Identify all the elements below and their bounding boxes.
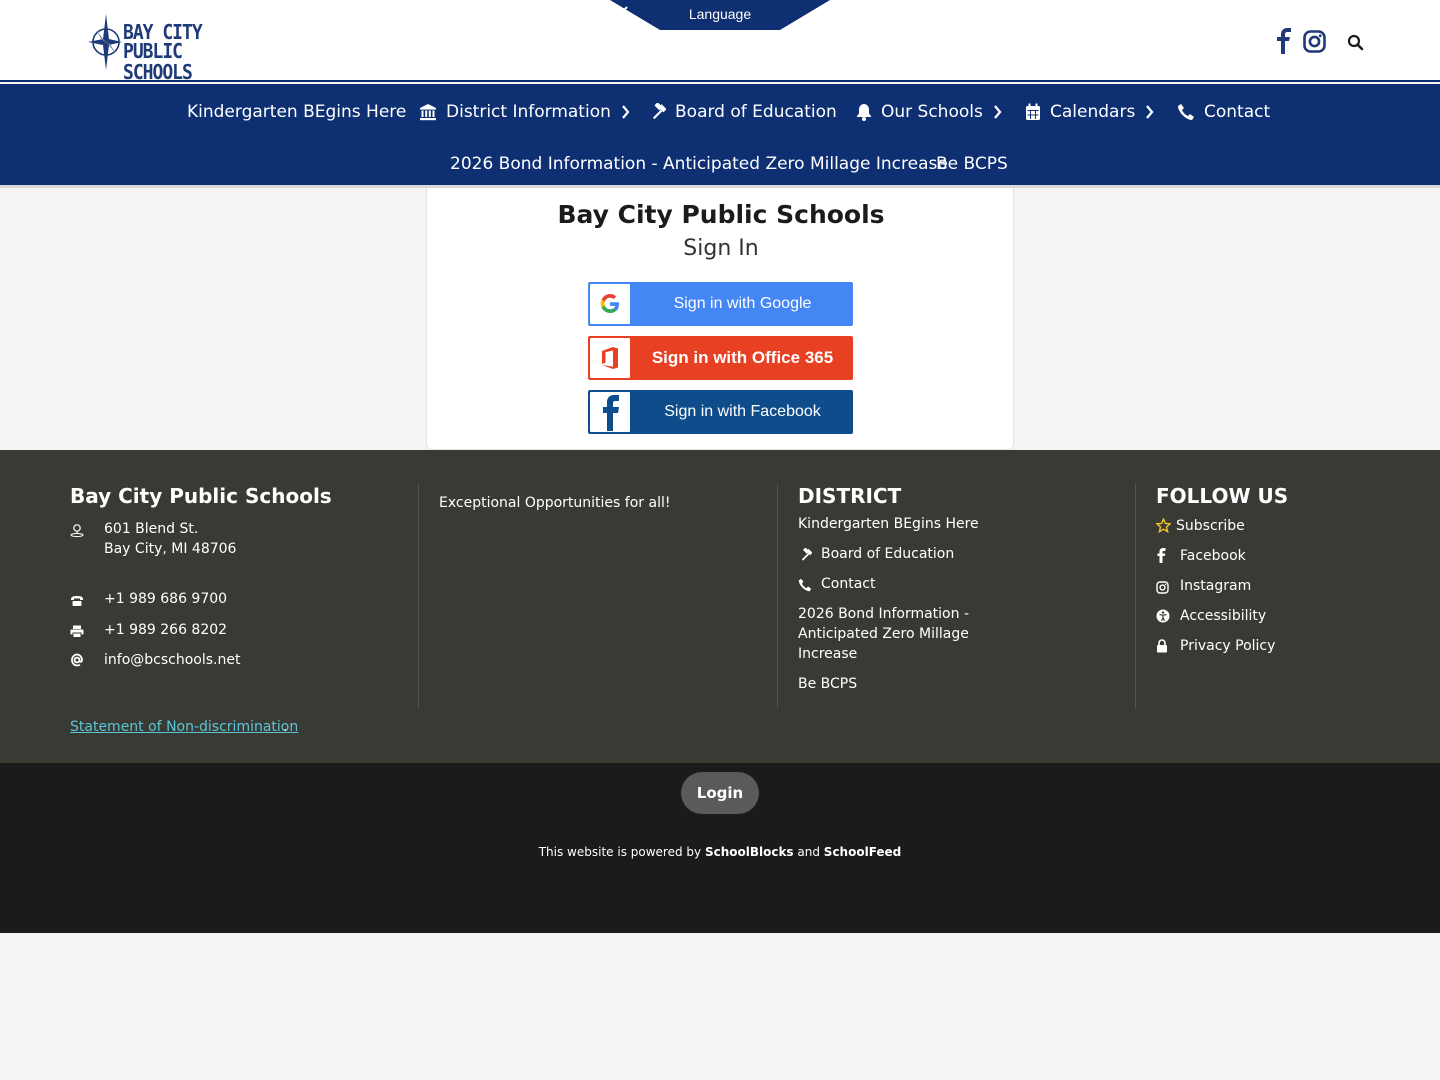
- language-label: Language: [610, 6, 830, 22]
- signin-subtitle: Sign In: [683, 236, 759, 261]
- accessibility-icon: [1156, 608, 1170, 627]
- site-header: BAY CITY PUBLIC SCHOOLS Language: [0, 0, 1440, 83]
- nav-item-label: Our Schools: [881, 102, 983, 122]
- bell-icon: [857, 104, 871, 121]
- footer-link-facebook[interactable]: Facebook: [1180, 546, 1246, 566]
- calendar-icon: [1026, 103, 1040, 120]
- footer-follow-heading: FOLLOW US: [1156, 484, 1289, 508]
- nav-item-label: Calendars: [1050, 102, 1136, 122]
- school-logo[interactable]: BAY CITY PUBLIC SCHOOLS: [88, 12, 253, 83]
- signin-title: Bay City Public Schools: [557, 200, 885, 229]
- powered-and: and: [793, 845, 824, 859]
- nav-item-kindergarten[interactable]: Kindergarten BEgins Here: [187, 100, 406, 124]
- nav-item-calendars[interactable]: Calendars: [1025, 100, 1154, 124]
- location-icon: [70, 522, 84, 541]
- instagram-icon: [1156, 579, 1169, 598]
- footer-phone[interactable]: +1 989 686 9700: [104, 589, 227, 609]
- powered-prefix: This website is powered by: [538, 845, 705, 859]
- footer-school-name: Bay City Public Schools: [70, 484, 332, 508]
- bottom-bar: Login This website is powered by SchoolB…: [0, 763, 1440, 933]
- bank-icon: [420, 104, 436, 121]
- office365-icon: [590, 338, 630, 378]
- signin-card: Bay City Public Schools Sign In Sign in …: [426, 188, 1014, 450]
- footer-bond-line1: 2026 Bond Information -: [798, 606, 970, 622]
- lock-icon: [1156, 638, 1168, 657]
- nav-item-district-information[interactable]: District Information: [419, 100, 630, 124]
- non-discrimination-link[interactable]: Statement of Non-discrimination: [70, 719, 298, 735]
- nav-item-be-bcps[interactable]: Be BCPS: [936, 152, 1008, 176]
- fax-icon: [70, 623, 84, 642]
- telephone-icon: [70, 592, 84, 611]
- facebook-button-label: Sign in with Facebook: [664, 403, 821, 420]
- language-selector[interactable]: Language: [610, 0, 830, 31]
- footer-link-privacy-policy[interactable]: Privacy Policy: [1180, 636, 1275, 656]
- nav-item-bond-information[interactable]: 2026 Bond Information - Anticipated Zero…: [450, 152, 948, 176]
- compass-logo-icon: [88, 14, 122, 70]
- footer-bond-line2: Anticipated Zero Millage: [798, 626, 969, 642]
- footer-link-board-of-education[interactable]: Board of Education: [821, 544, 954, 564]
- nav-item-our-schools[interactable]: Our Schools: [856, 100, 1002, 124]
- footer-link-instagram[interactable]: Instagram: [1180, 576, 1251, 596]
- site-footer: Bay City Public Schools 601 Blend St. Ba…: [0, 450, 1440, 763]
- facebook-icon: [1157, 548, 1166, 567]
- chevron-right-icon: [622, 105, 630, 119]
- nav-item-label: Kindergarten BEgins Here: [187, 102, 407, 122]
- email-at-icon: [70, 652, 84, 671]
- language-text: Language: [688, 6, 752, 22]
- nav-item-label: Board of Education: [675, 102, 837, 122]
- search-icon[interactable]: [1347, 34, 1364, 51]
- footer-bond-line3: Increase: [798, 646, 858, 662]
- gavel-icon: [798, 547, 813, 566]
- chevron-right-icon: [993, 105, 1002, 119]
- footer-fax: +1 989 266 8202: [104, 622, 228, 638]
- nav-item-label: 2026 Bond Information - Anticipated Zero…: [450, 154, 948, 174]
- footer-link-subscribe[interactable]: Subscribe: [1176, 516, 1245, 536]
- footer-link-be-bcps[interactable]: Be BCPS: [798, 674, 857, 694]
- schoolblocks-link[interactable]: SchoolBlocks: [705, 845, 794, 859]
- sign-in-office365-button[interactable]: Sign in with Office 365: [588, 336, 853, 380]
- instagram-icon[interactable]: [1303, 30, 1326, 53]
- footer-link-contact[interactable]: Contact: [821, 574, 875, 594]
- footer-email[interactable]: info@bcschools.net: [104, 650, 240, 670]
- star-icon: [1155, 517, 1172, 537]
- nav-item-contact[interactable]: Contact: [1177, 100, 1270, 124]
- facebook-icon[interactable]: [1275, 28, 1293, 54]
- nav-item-label: District Information: [446, 102, 611, 122]
- gavel-icon: [652, 103, 666, 120]
- footer-link-kindergarten[interactable]: Kindergarten BEgins Here: [798, 514, 979, 534]
- footer-district-heading: DISTRICT: [798, 484, 902, 508]
- chevron-right-icon: [1146, 105, 1154, 119]
- sign-in-google-button[interactable]: Sign in with Google: [588, 282, 853, 326]
- footer-divider: [777, 484, 778, 708]
- footer-address-line2: Bay City, MI 48706: [104, 541, 237, 557]
- logo-text-line2: PUBLIC SCHOOLS: [123, 39, 193, 85]
- sign-in-facebook-button[interactable]: Sign in with Facebook: [588, 390, 853, 434]
- phone-icon: [1178, 104, 1194, 120]
- footer-divider: [418, 484, 419, 708]
- footer-divider: [1135, 484, 1136, 708]
- nav-item-board-of-education[interactable]: Board of Education: [648, 100, 837, 124]
- schoolfeed-link[interactable]: SchoolFeed: [824, 845, 901, 859]
- google-icon: [590, 284, 630, 324]
- office365-button-label: Sign in with Office 365: [651, 348, 834, 367]
- statement-period: .: [283, 719, 288, 735]
- main-navigation: Kindergarten BEgins Here District Inform…: [0, 84, 1440, 188]
- footer-tagline: Exceptional Opportunities for all!: [439, 495, 671, 511]
- nav-item-label: Contact: [1204, 102, 1271, 122]
- powered-by-text: This website is powered by SchoolBlocks …: [0, 845, 1440, 859]
- footer-link-accessibility[interactable]: Accessibility: [1180, 606, 1266, 626]
- chevron-down-icon: [616, 6, 628, 14]
- google-button-label: Sign in with Google: [673, 295, 812, 312]
- nav-item-label: Be BCPS: [936, 154, 1008, 174]
- login-button[interactable]: Login: [681, 772, 759, 814]
- facebook-icon: [590, 392, 630, 432]
- phone-icon: [798, 577, 812, 596]
- footer-address-line1: 601 Blend St.: [104, 521, 199, 537]
